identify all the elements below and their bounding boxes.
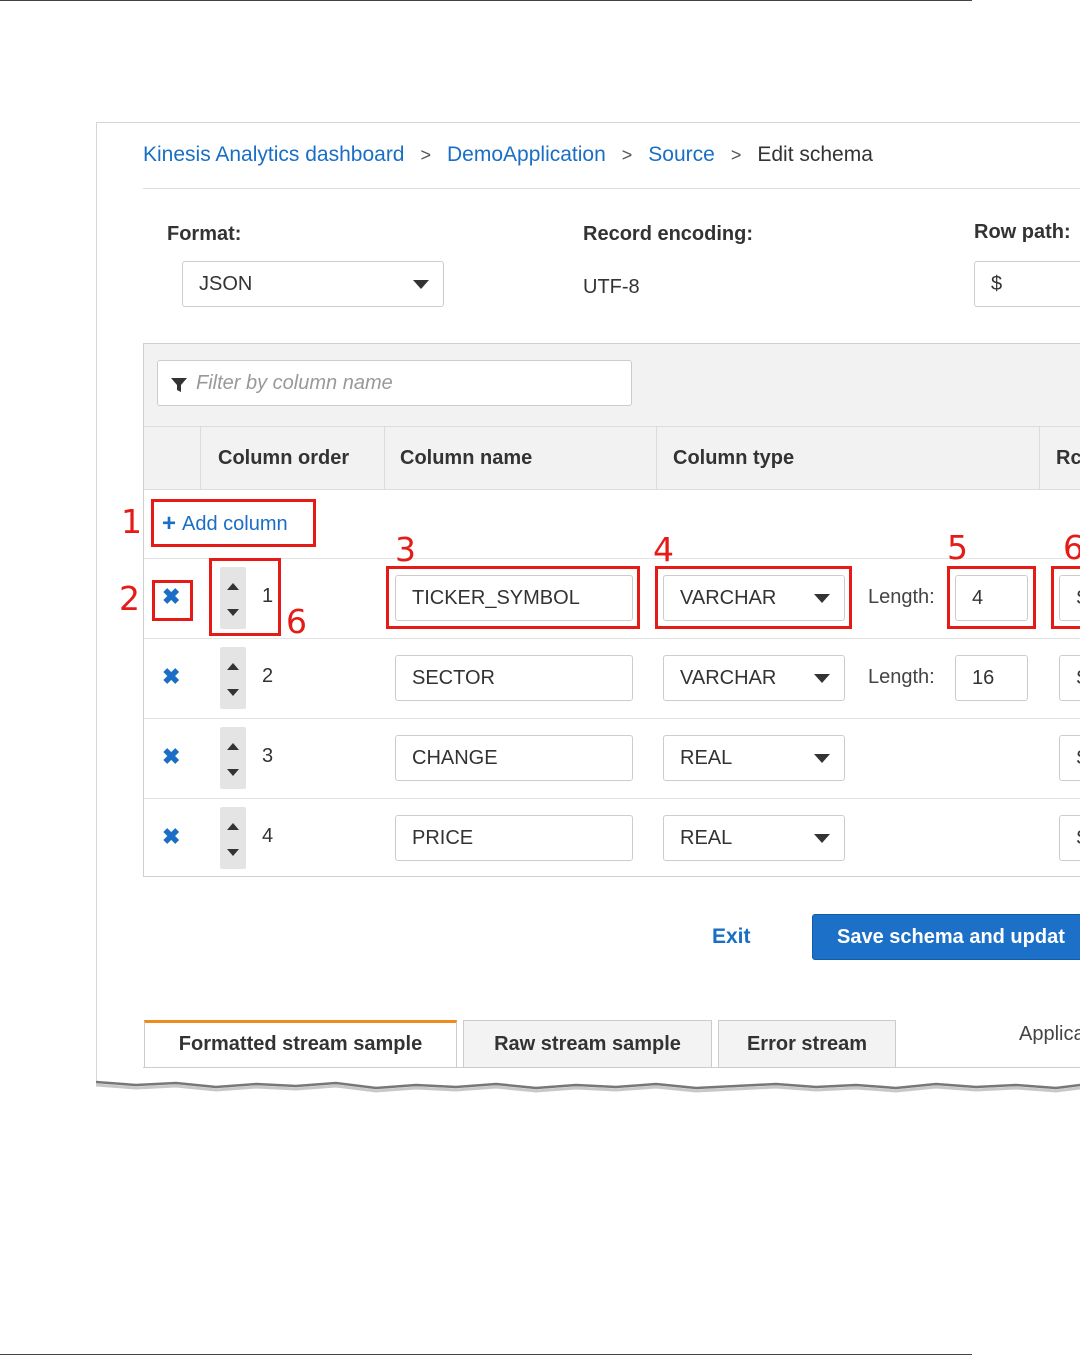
page-top-rule (0, 0, 972, 1)
arrow-up-icon[interactable] (227, 663, 239, 670)
tab-formatted-stream-sample[interactable]: Formatted stream sample (144, 1020, 457, 1068)
annotation-box-add-column (151, 499, 316, 547)
table-row: ✖ 4 PRICE REAL S (144, 799, 1080, 878)
tab-raw-stream-sample[interactable]: Raw stream sample (463, 1020, 712, 1068)
reorder-stepper[interactable] (220, 807, 246, 869)
annotation-box-row-path (1051, 566, 1080, 629)
length-label: Length: (868, 586, 935, 608)
header-column-type[interactable]: Column type (673, 427, 794, 489)
annotation-box-reorder (209, 558, 281, 636)
row-path-input[interactable]: $ (974, 261, 1080, 307)
row-path-value: $ (991, 273, 1003, 295)
annotation-box-column-type (655, 566, 852, 629)
column-type-value: REAL (680, 747, 733, 769)
breadcrumb-separator: > (621, 145, 633, 165)
header-column-name[interactable]: Column name (400, 427, 532, 489)
record-encoding-label: Record encoding: (583, 223, 754, 245)
reorder-stepper[interactable] (220, 727, 246, 789)
annotation-number: 1 (121, 502, 142, 541)
row-path-cell-input[interactable]: S (1059, 655, 1080, 701)
annotation-number: 5 (947, 528, 968, 567)
row-path-cell-input[interactable]: S (1059, 815, 1080, 861)
annotation-box-column-name (386, 566, 640, 629)
column-order-number: 3 (262, 745, 274, 767)
column-type-select[interactable]: REAL (663, 735, 845, 781)
arrow-down-icon[interactable] (227, 769, 239, 776)
annotation-box-length (947, 566, 1036, 629)
delete-column-icon[interactable]: ✖ (162, 744, 180, 770)
record-encoding-value: UTF-8 (583, 276, 640, 298)
table-row: ✖ 2 SECTOR VARCHAR Length: 16 S (144, 639, 1080, 719)
header-row-path[interactable]: Rc (1056, 427, 1080, 489)
breadcrumb-dashboard-link[interactable]: Kinesis Analytics dashboard (143, 143, 405, 166)
format-select-value: JSON (199, 273, 253, 295)
annotation-number: 4 (653, 530, 674, 569)
format-select[interactable]: JSON (182, 261, 444, 307)
arrow-up-icon[interactable] (227, 743, 239, 750)
chevron-down-icon (814, 834, 830, 843)
annotation-number: 6 (286, 602, 307, 641)
column-type-select[interactable]: REAL (663, 815, 845, 861)
tab-baseline (143, 1067, 1080, 1068)
length-label: Length: (868, 666, 935, 688)
column-divider (656, 427, 657, 489)
exit-link[interactable]: Exit (712, 925, 751, 949)
chevron-down-icon (413, 280, 429, 289)
breadcrumb-separator: > (420, 145, 432, 165)
arrow-down-icon[interactable] (227, 849, 239, 856)
arrow-down-icon[interactable] (227, 689, 239, 696)
save-schema-button[interactable]: Save schema and updat (812, 914, 1080, 960)
format-label: Format: (167, 223, 242, 245)
annotation-number: 3 (395, 530, 416, 569)
breadcrumb-divider (143, 188, 1080, 189)
row-path-cell-value: S (1076, 747, 1080, 769)
column-divider (1039, 427, 1040, 489)
breadcrumb-source-link[interactable]: Source (648, 143, 715, 166)
table-header: Column order Column name Column type Rc (144, 427, 1080, 490)
chevron-down-icon (814, 674, 830, 683)
annotation-box-delete (152, 580, 193, 621)
column-name-input[interactable]: PRICE (395, 815, 633, 861)
column-divider (384, 427, 385, 489)
row-path-cell-value: S (1076, 667, 1080, 689)
header-column-order[interactable]: Column order (218, 427, 349, 489)
filter-bar: Filter by column name (144, 344, 1080, 427)
column-name-value: CHANGE (412, 747, 498, 769)
length-value: 16 (972, 667, 995, 689)
breadcrumb-current: Edit schema (757, 143, 873, 166)
column-type-value: REAL (680, 827, 733, 849)
column-order-number: 4 (262, 825, 274, 847)
breadcrumb: Kinesis Analytics dashboard > DemoApplicat… (143, 143, 873, 167)
column-name-value: SECTOR (412, 667, 495, 689)
tab-error-stream[interactable]: Error stream (718, 1020, 896, 1068)
column-name-input[interactable]: CHANGE (395, 735, 633, 781)
filter-icon (171, 378, 187, 392)
column-order-number: 2 (262, 665, 274, 687)
annotation-number: 2 (119, 579, 140, 618)
delete-column-icon[interactable]: ✖ (162, 824, 180, 850)
row-path-cell-input[interactable]: S (1059, 735, 1080, 781)
column-name-value: PRICE (412, 827, 474, 849)
arrow-up-icon[interactable] (227, 823, 239, 830)
filter-placeholder: Filter by column name (196, 372, 393, 394)
column-name-input[interactable]: SECTOR (395, 655, 633, 701)
column-divider (200, 427, 201, 489)
torn-edge-shadow (96, 1080, 1080, 1098)
row-path-cell-value: S (1076, 827, 1080, 849)
delete-column-icon[interactable]: ✖ (162, 664, 180, 690)
length-input[interactable]: 16 (955, 655, 1028, 701)
chevron-down-icon (814, 754, 830, 763)
filter-input[interactable]: Filter by column name (157, 360, 632, 406)
breadcrumb-separator: > (730, 145, 742, 165)
column-type-value: VARCHAR (680, 667, 777, 689)
annotation-number: 6 (1063, 528, 1080, 567)
application-link[interactable]: Applica (1019, 1023, 1080, 1046)
column-type-select[interactable]: VARCHAR (663, 655, 845, 701)
reorder-stepper[interactable] (220, 647, 246, 709)
breadcrumb-application-link[interactable]: DemoApplication (447, 143, 606, 166)
table-row: ✖ 3 CHANGE REAL S (144, 719, 1080, 799)
row-path-label: Row path: (974, 221, 1071, 243)
